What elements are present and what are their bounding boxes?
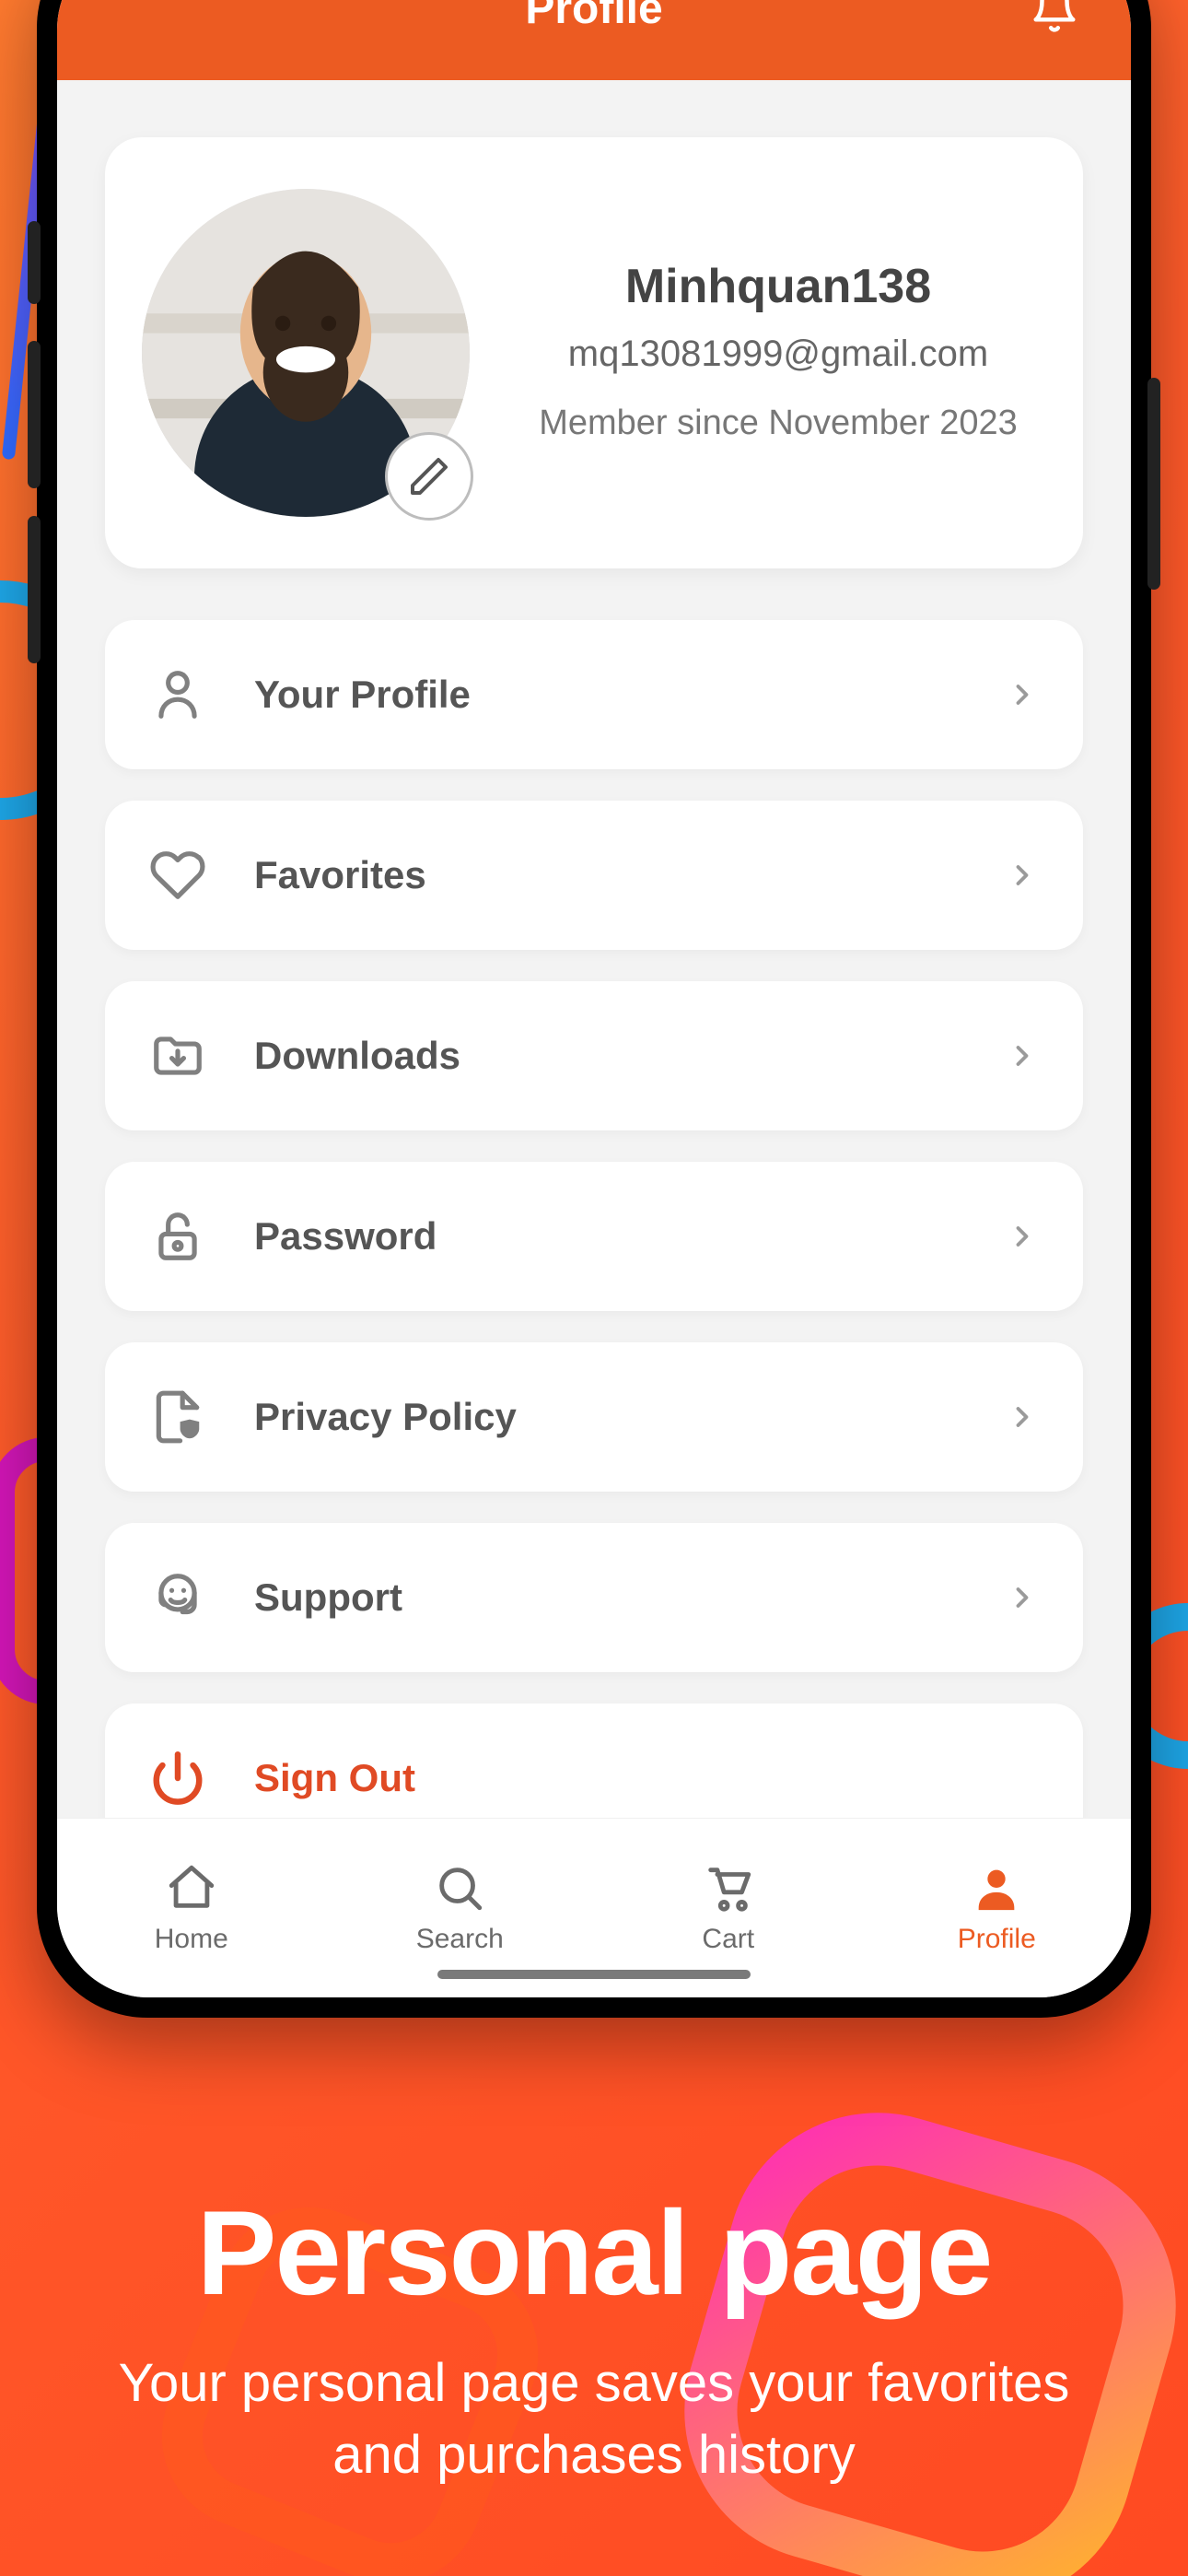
app-body: Minhquan138 mq13081999@gmail.com Member … xyxy=(57,80,1131,1818)
phone-button xyxy=(28,341,41,488)
marketing-background: Profile xyxy=(0,0,1188,2576)
heart-icon xyxy=(149,847,206,904)
menu-downloads[interactable]: Downloads xyxy=(105,981,1083,1130)
chevron-right-icon xyxy=(1006,1220,1039,1253)
nav-label: Home xyxy=(155,1924,228,1955)
person-icon xyxy=(149,666,206,723)
bell-icon xyxy=(1030,0,1079,34)
menu-label: Sign Out xyxy=(206,1756,1039,1800)
bottom-nav: Home Search Cart Profile xyxy=(57,1818,1131,1997)
username: Minhquan138 xyxy=(510,259,1046,314)
nav-label: Search xyxy=(416,1924,504,1955)
avatar-container xyxy=(142,189,470,517)
user-email: mq13081999@gmail.com xyxy=(510,331,1046,377)
menu-label: Your Profile xyxy=(206,673,1006,717)
home-indicator xyxy=(437,1970,751,1979)
promo-subtitle: Your personal page saves your favorites … xyxy=(111,2348,1077,2492)
pencil-icon xyxy=(407,454,451,498)
chevron-right-icon xyxy=(1006,859,1039,892)
person-icon xyxy=(970,1861,1023,1914)
phone-mockup: Profile xyxy=(37,0,1151,2018)
settings-menu: Your Profile Favorites Downloads xyxy=(105,620,1083,1818)
phone-button xyxy=(28,516,41,663)
menu-label: Password xyxy=(206,1214,1006,1259)
member-since: Member since November 2023 xyxy=(510,401,1046,446)
phone-button xyxy=(1147,378,1160,590)
menu-support[interactable]: Support xyxy=(105,1523,1083,1672)
page-title: Profile xyxy=(525,0,662,34)
edit-avatar-button[interactable] xyxy=(385,432,473,521)
menu-label: Favorites xyxy=(206,853,1006,897)
nav-label: Cart xyxy=(702,1924,754,1955)
menu-label: Support xyxy=(206,1575,1006,1620)
nav-home[interactable]: Home xyxy=(57,1819,326,1997)
chevron-right-icon xyxy=(1006,1400,1039,1434)
document-shield-icon xyxy=(149,1388,206,1446)
support-headset-icon xyxy=(149,1569,206,1626)
promo-title: Personal page xyxy=(111,2184,1077,2322)
profile-card: Minhquan138 mq13081999@gmail.com Member … xyxy=(105,137,1083,568)
menu-sign-out[interactable]: Sign Out xyxy=(105,1704,1083,1818)
app-screen: Profile xyxy=(57,0,1131,1997)
menu-label: Privacy Policy xyxy=(206,1395,1006,1439)
app-header: Profile xyxy=(57,0,1131,80)
menu-your-profile[interactable]: Your Profile xyxy=(105,620,1083,769)
lock-icon xyxy=(149,1208,206,1265)
search-icon xyxy=(433,1861,486,1914)
chevron-right-icon xyxy=(1006,678,1039,711)
phone-button xyxy=(28,221,41,304)
power-icon xyxy=(149,1750,206,1807)
home-icon xyxy=(165,1861,218,1914)
profile-info: Minhquan138 mq13081999@gmail.com Member … xyxy=(510,259,1046,446)
chevron-right-icon xyxy=(1006,1039,1039,1072)
menu-privacy-policy[interactable]: Privacy Policy xyxy=(105,1342,1083,1492)
menu-password[interactable]: Password xyxy=(105,1162,1083,1311)
notifications-button[interactable] xyxy=(1030,0,1079,34)
menu-favorites[interactable]: Favorites xyxy=(105,801,1083,950)
promo-text: Personal page Your personal page saves y… xyxy=(0,2184,1188,2492)
nav-label: Profile xyxy=(958,1924,1036,1955)
menu-label: Downloads xyxy=(206,1034,1006,1078)
chevron-right-icon xyxy=(1006,1581,1039,1614)
download-folder-icon xyxy=(149,1027,206,1084)
nav-profile[interactable]: Profile xyxy=(863,1819,1132,1997)
cart-icon xyxy=(702,1861,755,1914)
